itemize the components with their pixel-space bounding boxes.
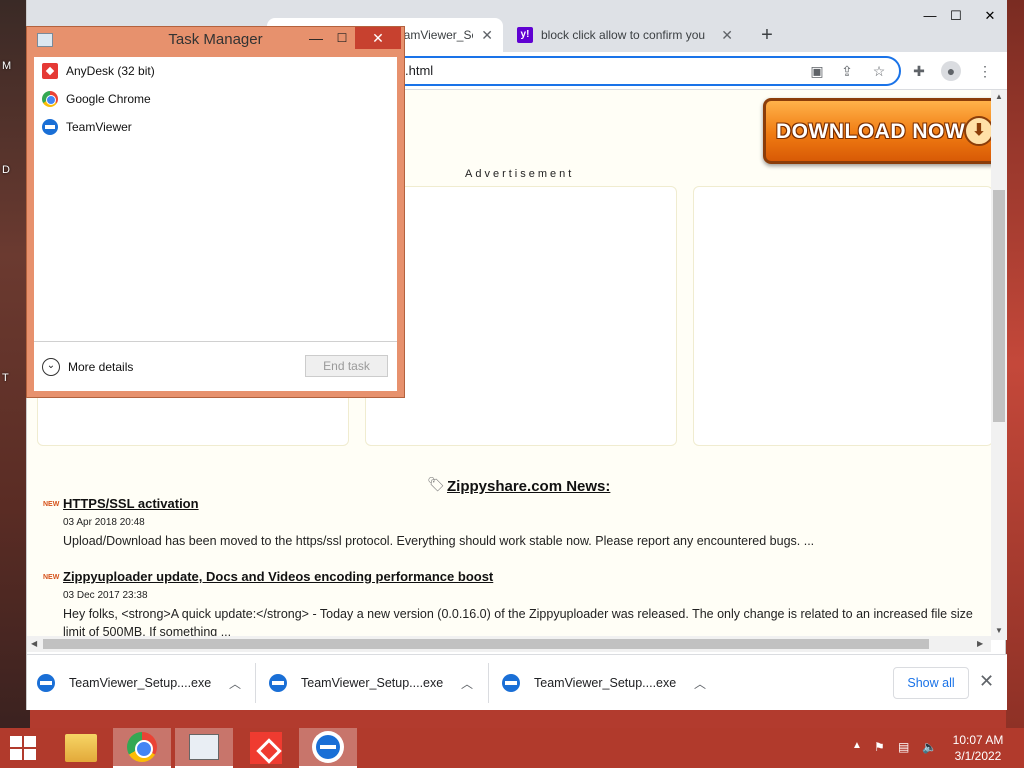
download-filename: TeamViewer_Setup....exe bbox=[69, 676, 212, 690]
desktop-icon-label[interactable]: T bbox=[2, 372, 9, 384]
teamviewer-icon bbox=[37, 674, 55, 692]
anydesk-icon bbox=[250, 732, 282, 764]
news-tag-icon: 🏷 bbox=[427, 476, 445, 492]
desktop-icon-label[interactable]: D bbox=[2, 164, 10, 176]
bookmark-star-icon[interactable]: ☆ bbox=[869, 61, 889, 81]
taskbar-task-manager[interactable] bbox=[175, 728, 233, 768]
menu-kebab-icon[interactable]: ⋮ bbox=[975, 61, 995, 81]
vertical-scrollbar[interactable]: ▲ ▼ bbox=[991, 90, 1007, 640]
download-now-label: DOWNLOAD NOW bbox=[776, 120, 966, 143]
end-task-button[interactable]: End task bbox=[305, 355, 388, 377]
app-name: TeamViewer bbox=[66, 120, 132, 134]
minimize-button[interactable]: — bbox=[303, 27, 329, 49]
news-title-link[interactable]: HTTPS/SSL activation bbox=[63, 496, 199, 511]
ad-box[interactable] bbox=[365, 186, 677, 446]
chevron-up-icon[interactable]: ︿ bbox=[229, 675, 241, 692]
download-item[interactable]: TeamViewer_Setup....exe ︿ bbox=[492, 655, 720, 711]
scroll-down-icon[interactable]: ▼ bbox=[995, 626, 1003, 635]
download-arrow-icon: ⬇ bbox=[964, 116, 991, 146]
new-badge-icon: NEW bbox=[43, 574, 60, 581]
blocked-popup-icon[interactable]: ▣ bbox=[807, 61, 827, 81]
task-manager-icon bbox=[189, 734, 219, 760]
volume-icon[interactable]: 🔈 bbox=[922, 740, 937, 754]
download-filename: TeamViewer_Setup....exe bbox=[534, 676, 677, 690]
task-manager-body: AnyDesk (32 bit) Google Chrome TeamViewe… bbox=[34, 57, 397, 391]
address-text: .html bbox=[405, 63, 434, 78]
scroll-right-icon[interactable]: ▶ bbox=[977, 639, 983, 648]
share-icon[interactable]: ⇪ bbox=[837, 61, 857, 81]
taskbar-chrome[interactable] bbox=[113, 728, 171, 768]
news-body: Upload/Download has been moved to the ht… bbox=[63, 534, 815, 548]
close-download-shelf-icon[interactable]: ✕ bbox=[979, 671, 994, 692]
profile-avatar-icon[interactable]: ● bbox=[941, 61, 961, 81]
news-title-link[interactable]: Zippyuploader update, Docs and Videos en… bbox=[63, 569, 493, 584]
vertical-scroll-thumb[interactable] bbox=[993, 190, 1005, 422]
task-manager-footer: ⌄ More details End task bbox=[34, 341, 397, 391]
divider bbox=[488, 663, 489, 703]
download-item[interactable]: TeamViewer_Setup....exe ︿ bbox=[259, 655, 487, 711]
extensions-icon[interactable]: ✚ bbox=[909, 61, 929, 81]
horizontal-scroll-thumb[interactable] bbox=[43, 639, 929, 649]
taskbar-teamviewer[interactable] bbox=[299, 728, 357, 768]
chrome-icon bbox=[42, 91, 58, 107]
desktop-background-right bbox=[1006, 0, 1024, 728]
file-explorer-icon bbox=[65, 734, 97, 762]
tab-title: eamViewer_Se bbox=[397, 28, 473, 42]
download-now-button[interactable]: DOWNLOAD NOW ⬇ bbox=[763, 98, 991, 164]
close-button[interactable]: ✕ bbox=[975, 6, 1005, 26]
windows-start-icon[interactable] bbox=[10, 736, 38, 762]
teamviewer-icon bbox=[312, 731, 344, 763]
close-button[interactable]: ✕ bbox=[355, 27, 401, 49]
app-row-chrome[interactable]: Google Chrome bbox=[34, 85, 397, 113]
task-manager-window: Task Manager — ☐ ✕ AnyDesk (32 bit) Goog… bbox=[26, 26, 405, 398]
clock-date: 3/1/2022 bbox=[954, 749, 1002, 763]
tray-overflow-icon[interactable]: ▲ bbox=[852, 740, 862, 751]
teamviewer-icon bbox=[269, 674, 287, 692]
taskbar: ▲ ⚑ ▤ 🔈 10:07 AM 3/1/2022 bbox=[0, 728, 1024, 768]
network-icon[interactable]: ▤ bbox=[898, 740, 909, 754]
tab-yahoo[interactable]: y! block click allow to confirm you ✕ bbox=[507, 18, 743, 52]
system-clock[interactable]: 10:07 AM 3/1/2022 bbox=[946, 732, 1010, 764]
chevron-up-icon[interactable]: ︿ bbox=[461, 675, 473, 692]
app-name: Google Chrome bbox=[66, 92, 151, 106]
app-row-anydesk[interactable]: AnyDesk (32 bit) bbox=[34, 57, 397, 85]
ad-box[interactable] bbox=[693, 186, 991, 446]
show-all-button[interactable]: Show all bbox=[893, 667, 969, 699]
clock-time: 10:07 AM bbox=[952, 733, 1004, 747]
tab-close-icon[interactable]: ✕ bbox=[721, 27, 733, 44]
chrome-icon bbox=[127, 732, 157, 762]
teamviewer-icon bbox=[42, 119, 58, 135]
desktop-icon-label[interactable]: M bbox=[2, 60, 11, 72]
anydesk-icon bbox=[42, 63, 58, 79]
app-row-teamviewer[interactable]: TeamViewer bbox=[34, 113, 397, 141]
news-heading[interactable]: Zippyshare.com News: bbox=[447, 478, 610, 495]
horizontal-scrollbar[interactable]: ◀ ▶ bbox=[27, 636, 991, 652]
chevron-up-icon[interactable]: ︿ bbox=[694, 675, 706, 692]
teamviewer-icon bbox=[502, 674, 520, 692]
app-name: AnyDesk (32 bit) bbox=[66, 64, 155, 78]
download-item[interactable]: TeamViewer_Setup....exe ︿ bbox=[27, 655, 255, 711]
maximize-button[interactable]: ☐ bbox=[329, 27, 355, 49]
download-shelf: TeamViewer_Setup....exe ︿ TeamViewer_Set… bbox=[27, 654, 1007, 710]
yahoo-icon: y! bbox=[517, 27, 533, 43]
taskbar-anydesk[interactable] bbox=[237, 728, 295, 768]
taskbar-file-explorer[interactable] bbox=[52, 728, 110, 768]
tab-close-icon[interactable]: ✕ bbox=[481, 27, 493, 44]
news-date: 03 Apr 2018 20:48 bbox=[63, 517, 145, 528]
chevron-down-circle-icon[interactable]: ⌄ bbox=[42, 358, 60, 376]
new-badge-icon: NEW bbox=[43, 501, 60, 508]
tab-title: block click allow to confirm you bbox=[541, 28, 706, 42]
download-filename: TeamViewer_Setup....exe bbox=[301, 676, 444, 690]
action-center-flag-icon[interactable]: ⚑ bbox=[874, 740, 885, 754]
divider bbox=[255, 663, 256, 703]
advertisement-label: Advertisement bbox=[465, 168, 575, 180]
scroll-up-icon[interactable]: ▲ bbox=[995, 92, 1003, 101]
more-details-link[interactable]: More details bbox=[68, 360, 133, 374]
maximize-button[interactable]: ☐ bbox=[941, 6, 971, 26]
news-body: Hey folks, <strong>A quick update:</stro… bbox=[63, 607, 973, 639]
news-date: 03 Dec 2017 23:38 bbox=[63, 590, 148, 601]
scroll-left-icon[interactable]: ◀ bbox=[31, 639, 37, 648]
new-tab-button[interactable]: + bbox=[755, 24, 779, 46]
